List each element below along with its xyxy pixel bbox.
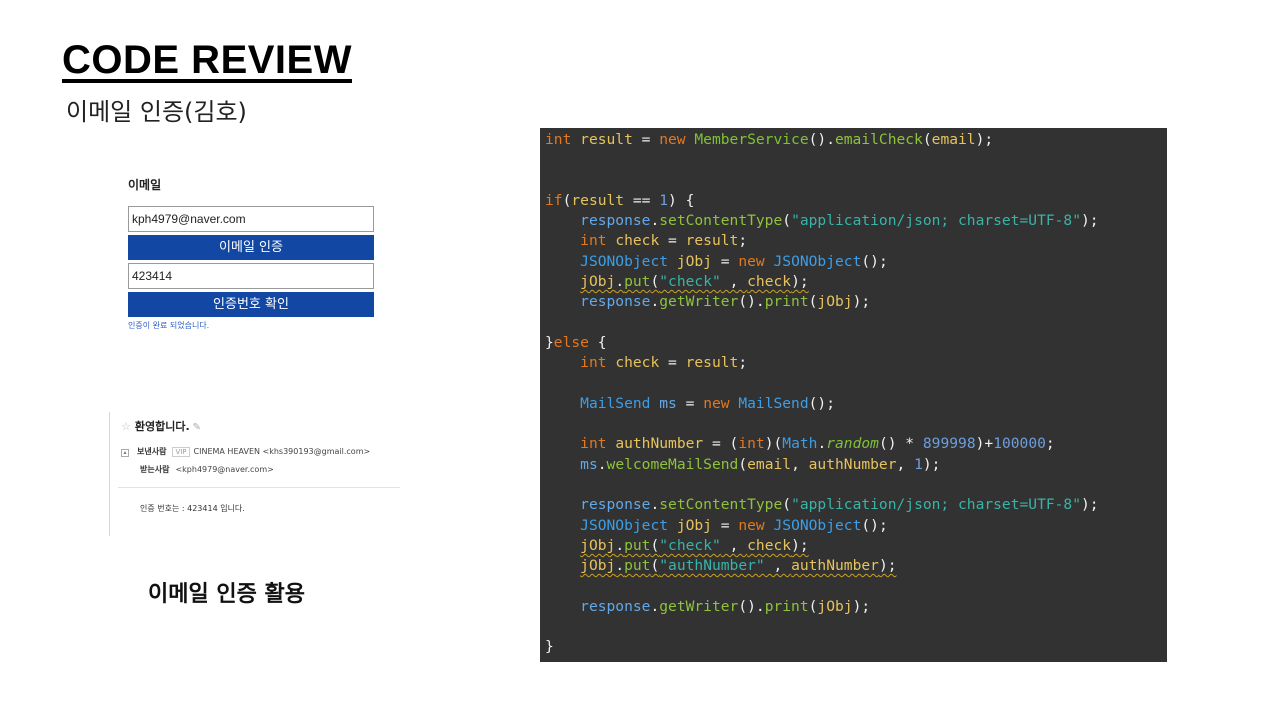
- verification-status-message: 인증이 완료 되었습니다.: [128, 321, 210, 330]
- code-line: jObj.put("check" , check);: [580, 273, 809, 291]
- email-verification-form: 이메일 이메일 인증 인증번호 확인 인증이 완료 되었습니다.: [128, 176, 378, 331]
- vip-badge: VIP: [172, 447, 190, 457]
- code-line: ms.welcomeMailSend(email, authNumber, 1)…: [580, 455, 941, 473]
- email-input[interactable]: [128, 206, 374, 232]
- star-icon[interactable]: ☆: [121, 420, 131, 433]
- received-mail-view: ☆ 환영합니다. ✎ ▴ 보낸사람 VIP CINEMA HEAVEN <khs39019…: [109, 412, 400, 536]
- code-line: }: [545, 638, 554, 656]
- mail-subject: 환영합니다.: [134, 420, 190, 433]
- code-block: int result = new MemberService().emailCh…: [540, 128, 1167, 662]
- code-line: JSONObject jObj = new JSONObject();: [580, 252, 888, 270]
- mail-divider: [118, 487, 400, 488]
- sender-label: 보낸사람: [137, 447, 167, 456]
- mail-body: 인증 번호는 : 423414 입니다.: [140, 504, 245, 513]
- code-line: int check = result;: [580, 354, 748, 372]
- mail-sender-row: ▴ 보낸사람 VIP CINEMA HEAVEN <khs390193@gmail.c…: [121, 446, 370, 457]
- code-line: JSONObject jObj = new JSONObject();: [580, 516, 888, 534]
- email-verify-button[interactable]: 이메일 인증: [128, 235, 374, 260]
- sender-address[interactable]: CINEMA HEAVEN <khs390193@gmail.com>: [194, 447, 371, 456]
- code-line: response.setContentType("application/jso…: [580, 212, 1099, 230]
- auth-code-input[interactable]: [128, 263, 374, 289]
- code-line: jObj.put("authNumber" , authNumber);: [580, 557, 897, 575]
- code-line: response.setContentType("application/jso…: [580, 496, 1099, 514]
- edit-icon[interactable]: ✎: [193, 422, 201, 433]
- slide-caption: 이메일 인증 활용: [148, 582, 305, 607]
- slide-subtitle: 이메일 인증(김호): [66, 98, 247, 126]
- code-line: int check = result;: [580, 232, 748, 250]
- code-line: jObj.put("check" , check);: [580, 536, 809, 554]
- email-label: 이메일: [128, 178, 162, 192]
- slide-title: CODE REVIEW: [62, 38, 352, 82]
- code-line: response.getWriter().print(jObj);: [580, 293, 871, 311]
- confirm-code-button[interactable]: 인증번호 확인: [128, 292, 374, 317]
- code-line: }else {: [545, 333, 607, 351]
- expand-toggle-icon[interactable]: ▴: [121, 449, 129, 457]
- recipient-address[interactable]: <kph4979@naver.com>: [175, 465, 273, 474]
- mail-subject-row: ☆ 환영합니다. ✎: [121, 418, 201, 434]
- mail-recipient-row: 받는사람 <kph4979@naver.com>: [140, 464, 274, 475]
- code-line: response.getWriter().print(jObj);: [580, 597, 871, 615]
- code-line: int result = new MemberService().emailCh…: [545, 131, 994, 148]
- code-line: MailSend ms = new MailSend();: [580, 394, 835, 412]
- code-line: if(result == 1) {: [545, 191, 695, 209]
- recipient-label: 받는사람: [140, 465, 170, 474]
- code-line: int authNumber = (int)(Math.random() * 8…: [580, 435, 1055, 453]
